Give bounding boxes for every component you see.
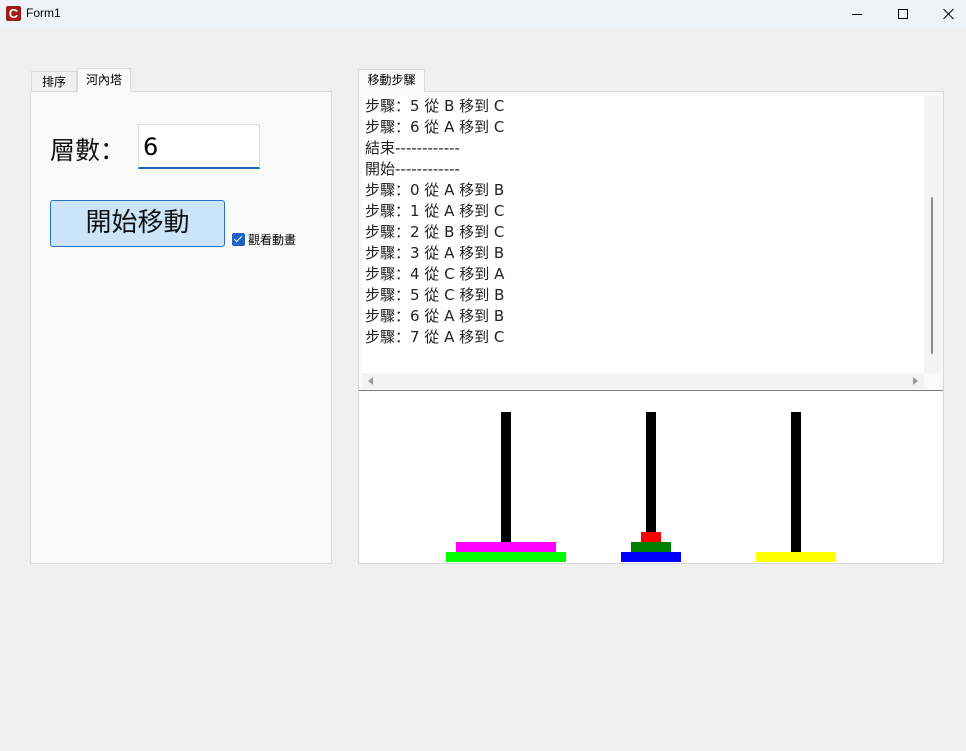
scroll-left-arrow-icon[interactable] xyxy=(368,377,373,385)
close-button[interactable] xyxy=(926,0,966,28)
log-line: 步驟：4 從 C 移到 A xyxy=(365,265,505,283)
log-line: 步驟：7 從 A 移到 C xyxy=(365,328,505,346)
log-line: 步驟：6 從 A 移到 B xyxy=(365,307,505,325)
tab-move-steps[interactable]: 移動步驟 xyxy=(358,69,425,92)
window-title: Form1 xyxy=(26,6,61,20)
hanoi-peg xyxy=(646,412,656,552)
hanoi-peg xyxy=(791,412,801,552)
watch-animation-label[interactable]: 觀看動畫 xyxy=(248,231,296,248)
log-line: 步驟：5 從 C 移到 B xyxy=(365,286,505,304)
tab-sort[interactable]: 排序 xyxy=(31,71,77,92)
steps-log[interactable]: 步驟：5 從 B 移到 C 步驟：6 從 A 移到 C 結束----------… xyxy=(362,96,924,373)
log-line: 步驟：1 從 A 移到 C xyxy=(365,202,505,220)
log-line: 開始------------ xyxy=(365,160,460,178)
maximize-button[interactable] xyxy=(880,0,926,28)
hanoi-disk xyxy=(456,542,556,552)
log-vertical-scrollbar[interactable] xyxy=(924,96,941,373)
log-line: 步驟：2 從 B 移到 C xyxy=(365,223,505,241)
log-line: 結束------------ xyxy=(365,139,460,157)
layers-input[interactable]: 6 xyxy=(138,124,260,169)
tab-hanoi[interactable]: 河內塔 xyxy=(77,68,131,92)
watch-animation-checkbox[interactable] xyxy=(232,233,245,246)
log-line: 步驟：3 從 A 移到 B xyxy=(365,244,505,262)
title-bar: C Form1 xyxy=(0,0,966,28)
log-line: 步驟：0 從 A 移到 B xyxy=(365,181,505,199)
hanoi-disk xyxy=(446,552,566,562)
log-horizontal-scrollbar[interactable] xyxy=(362,373,924,389)
close-icon xyxy=(943,8,955,20)
hanoi-disk xyxy=(641,532,661,542)
log-vertical-scroll-thumb[interactable] xyxy=(931,197,933,354)
maximize-icon xyxy=(898,9,908,19)
minimize-icon xyxy=(852,13,862,15)
scroll-right-arrow-icon[interactable] xyxy=(913,377,918,385)
log-line: 步驟：5 從 B 移到 C xyxy=(365,97,505,115)
app-c-icon: C xyxy=(6,6,21,21)
hanoi-disk xyxy=(621,552,681,562)
start-move-button[interactable]: 開始移動 xyxy=(50,200,225,247)
log-line: 步驟：6 從 A 移到 C xyxy=(365,118,505,136)
hanoi-disk xyxy=(631,542,671,552)
hanoi-peg xyxy=(501,412,511,552)
layers-label: 層數： xyxy=(50,136,126,165)
hanoi-canvas xyxy=(360,391,942,563)
hanoi-disk xyxy=(756,552,836,562)
minimize-button[interactable] xyxy=(834,0,880,28)
app-icon-letter: C xyxy=(8,6,19,21)
